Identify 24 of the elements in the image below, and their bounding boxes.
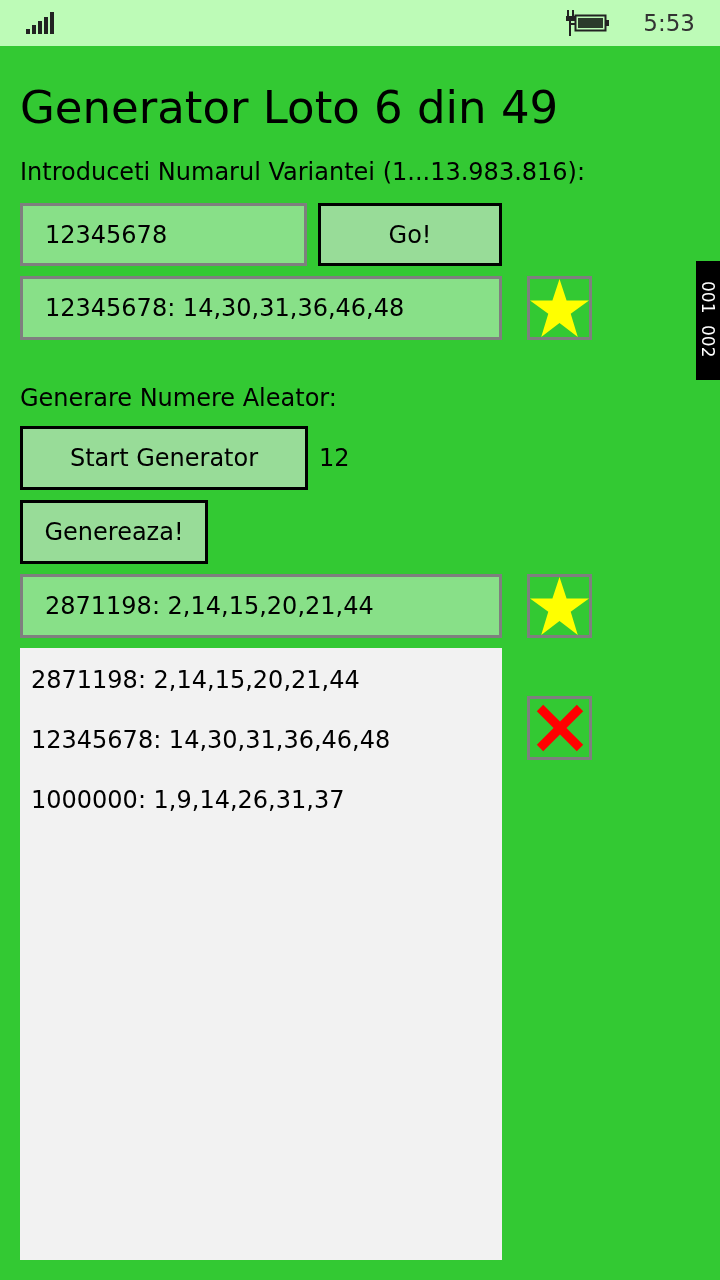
history-list-item[interactable]: 2871198: 2,14,15,20,21,44 — [20, 650, 502, 710]
start-generator-button[interactable]: Start Generator — [20, 426, 308, 490]
generate-button[interactable]: Genereaza! — [20, 500, 208, 564]
star-icon — [530, 577, 589, 635]
favorite-button[interactable] — [527, 276, 592, 340]
history-list-item[interactable]: 1000000: 1,9,14,26,31,37 — [20, 770, 502, 830]
counter-value: 002 — [697, 325, 719, 358]
result-field[interactable]: 12345678: 14,30,31,36,46,48 — [20, 276, 502, 340]
number-input-field[interactable]: 12345678 — [20, 203, 307, 266]
app-title: Generator Loto 6 din 49 — [20, 80, 560, 136]
star-icon — [530, 279, 589, 337]
close-icon — [535, 704, 584, 752]
favorite-button[interactable] — [527, 574, 592, 638]
signal-icon — [26, 12, 54, 34]
go-button[interactable]: Go! — [318, 203, 502, 266]
delete-button[interactable] — [527, 696, 592, 760]
random-generator-label: Generare Numere Aleator: — [20, 383, 338, 414]
history-list-item[interactable]: 12345678: 14,30,31,36,46,48 — [20, 710, 502, 770]
clock-time: 5:53 — [643, 9, 695, 38]
counter-value: 001 — [697, 281, 719, 314]
result-field[interactable]: 2871198: 2,14,15,20,21,44 — [20, 574, 502, 638]
generator-count: 12 — [319, 443, 350, 474]
variant-number-label: Introduceti Numarul Variantei (1...13.983.816): — [20, 157, 587, 188]
battery-charging-icon — [566, 10, 610, 36]
